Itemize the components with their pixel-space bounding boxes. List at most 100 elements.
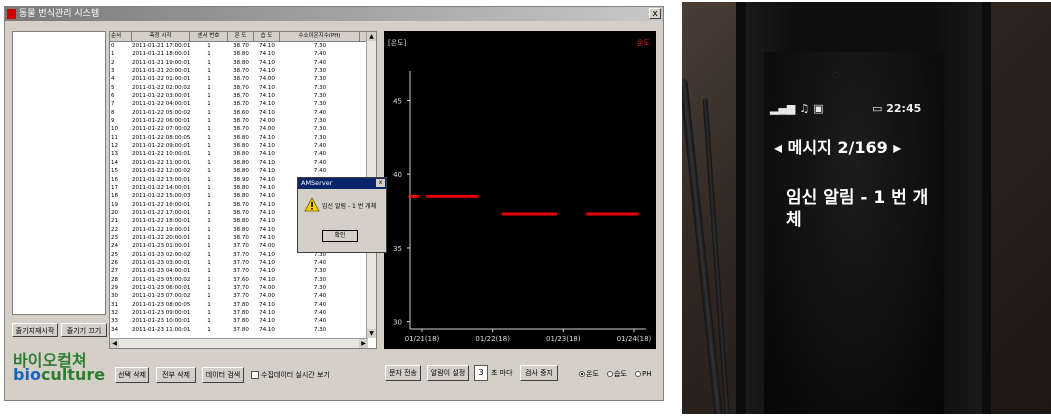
- column-header[interactable]: 순서: [110, 32, 132, 41]
- table-row[interactable]: 6 2011-01-22 03:00:01 1 38.70 74.10 7.30: [110, 92, 376, 100]
- column-header[interactable]: 습 도: [254, 32, 280, 41]
- x-tick-label: 01/23(18): [546, 335, 581, 343]
- table-cell: 2011-01-23 02:00:02: [132, 251, 190, 258]
- radio-temperature[interactable]: 온도: [579, 369, 599, 379]
- device-list[interactable]: [12, 31, 106, 315]
- radio-ph-label: PH: [642, 370, 652, 378]
- table-cell: 18: [111, 193, 118, 200]
- select-delete-button[interactable]: 선택 삭제: [115, 367, 149, 383]
- table-cell: 2011-01-23 09:00:01: [132, 310, 190, 316]
- table-cell: 74.10: [259, 101, 275, 108]
- table-row[interactable]: 27 2011-01-23 04:00:01 1 37.70 74.10 7.30: [110, 267, 376, 275]
- column-header[interactable]: 측정 시각: [132, 32, 190, 41]
- table-cell: 20: [111, 209, 118, 216]
- table-cell: 7.30: [313, 126, 327, 133]
- table-row[interactable]: 11 2011-01-22 08:00:05 1 38.80 74.10 7.30: [110, 134, 376, 142]
- table-row[interactable]: 13 2011-01-22 10:00:01 1 38.80 74.10 7.40: [110, 150, 376, 158]
- delete-all-button[interactable]: 전부 삭제: [156, 367, 196, 383]
- column-header[interactable]: 센서 번호: [190, 32, 228, 41]
- data-search-button[interactable]: 데이터 검색: [202, 367, 244, 383]
- window-close-button[interactable]: x: [649, 8, 661, 19]
- column-header[interactable]: 수소이온지수(PH): [280, 32, 360, 41]
- dialog-close-button[interactable]: x: [376, 179, 385, 187]
- table-row[interactable]: 1 2011-01-21 18:00:01 1 38.80 74.10 7.40: [110, 50, 376, 58]
- table-cell: 7.30: [313, 276, 327, 283]
- send-text-button[interactable]: 문자 전송: [385, 365, 421, 381]
- table-cell: 1: [207, 101, 211, 108]
- table-row[interactable]: 4 2011-01-22 01:00:01 1 38.70 74.00 7.30: [110, 75, 376, 83]
- table-cell: 7.40: [313, 51, 327, 58]
- radio-humidity[interactable]: 습도: [607, 369, 627, 379]
- table-cell: 23: [111, 234, 118, 241]
- table-cell: 1: [207, 293, 211, 300]
- table-cell: 1: [207, 310, 211, 316]
- stop-check-button[interactable]: 검사 중지: [520, 365, 558, 381]
- scroll-down-arrow-icon[interactable]: ▼: [367, 329, 376, 338]
- alarm-setting-button[interactable]: 알람이 설정: [427, 365, 469, 381]
- table-cell: 7.30: [313, 76, 327, 83]
- window-titlebar: 동물 번식관리 시스템 x: [5, 7, 663, 21]
- table-cell: 12: [111, 143, 118, 150]
- table-row[interactable]: 14 2011-01-22 11:00:01 1 38.80 74.10 7.40: [110, 159, 376, 167]
- table-cell: 3: [111, 68, 115, 75]
- table-cell: 2011-01-21 20:00:01: [132, 68, 190, 75]
- table-row[interactable]: 12 2011-01-22 09:00:01 1 38.80 74.10 7.40: [110, 142, 376, 150]
- logo-bio-text: bio: [13, 365, 41, 384]
- table-row[interactable]: 32 2011-01-23 09:00:01 1 37.80 74.10 7.40: [110, 309, 376, 317]
- table-cell: 7: [111, 101, 115, 108]
- scroll-left-arrow-icon[interactable]: ◀: [110, 339, 119, 348]
- table-cell: 1: [207, 143, 211, 150]
- table-cell: 74.10: [259, 59, 275, 66]
- table-row[interactable]: 28 2011-01-23 05:00:02 1 37.60 74.10 7.30: [110, 276, 376, 284]
- table-row[interactable]: 8 2011-01-22 05:00:02 1 38.60 74.10 7.40: [110, 109, 376, 117]
- table-cell: 7.30: [313, 134, 327, 141]
- table-cell: 4: [111, 76, 115, 83]
- table-row[interactable]: 26 2011-01-23 03:00:01 1 37.70 74.10 7.40: [110, 259, 376, 267]
- table-row[interactable]: 2 2011-01-21 19:00:01 1 38.80 74.10 7.40: [110, 59, 376, 67]
- phone-photo: ◌ ▂▄▆ ♫ ▣ ▭ 22:45 ◂ 메시지 2/169 ▸ 임신 알림 - 1 …: [682, 2, 1051, 414]
- table-row[interactable]: 9 2011-01-22 06:00:01 1 38.70 74.00 7.30: [110, 117, 376, 125]
- table-cell: 74.10: [259, 310, 275, 316]
- table-row[interactable]: 10 2011-01-22 07:00:02 1 38.70 74.00 7.30: [110, 125, 376, 133]
- table-cell: 74.00: [259, 284, 275, 291]
- radio-temperature-label: 온도: [586, 370, 599, 378]
- table-cell: 2011-01-22 19:00:01: [132, 226, 190, 233]
- table-row[interactable]: 30 2011-01-23 07:00:02 1 37.70 74.00 7.40: [110, 292, 376, 300]
- table-cell: 74.10: [259, 184, 275, 191]
- table-cell: 74.10: [259, 143, 275, 150]
- stop-collection-button[interactable]: 줄기기 끄기: [61, 323, 107, 337]
- table-row[interactable]: 33 2011-01-23 10:00:01 1 37.80 74.10 7.40: [110, 317, 376, 325]
- table-cell: 38.70: [233, 101, 249, 108]
- table-cell: 9: [111, 118, 115, 125]
- table-row[interactable]: 29 2011-01-23 06:00:01 1 37.70 74.00 7.30: [110, 284, 376, 292]
- table-row[interactable]: 7 2011-01-22 04:00:01 1 38.70 74.10 7.30: [110, 100, 376, 108]
- table-cell: 74.10: [259, 109, 275, 116]
- table-horizontal-scrollbar[interactable]: ◀ ▶: [110, 338, 368, 348]
- phone-message-header: ◂ 메시지 2/169 ▸: [774, 134, 901, 158]
- scroll-up-arrow-icon[interactable]: ▲: [367, 32, 376, 41]
- table-row[interactable]: 0 2011-01-21 17:00:01 1 38.70 74.10 7.30: [110, 42, 376, 50]
- column-header[interactable]: 온 도: [228, 32, 254, 41]
- interval-input[interactable]: 3: [474, 365, 488, 381]
- table-cell: 2011-01-22 11:00:01: [132, 159, 190, 166]
- table-cell: 1: [207, 68, 211, 75]
- table-row[interactable]: 3 2011-01-21 20:00:01 1 38.70 74.10 7.30: [110, 67, 376, 75]
- table-cell: 2011-01-23 03:00:01: [132, 259, 190, 266]
- table-row[interactable]: 31 2011-01-23 08:00:05 1 37.80 74.10 7.40: [110, 301, 376, 309]
- y-tick-label: 35: [393, 245, 402, 253]
- scroll-right-arrow-icon[interactable]: ▶: [359, 339, 368, 348]
- table-cell: 1: [207, 76, 211, 83]
- table-row[interactable]: 5 2011-01-22 02:00:02 1 38.70 74.10 7.30: [110, 84, 376, 92]
- table-cell: 2011-01-22 01:00:01: [132, 76, 190, 83]
- table-cell: 38.70: [233, 201, 249, 208]
- table-cell: 1: [207, 118, 211, 125]
- table-row[interactable]: 34 2011-01-23 11:00:01 1 37.80 74.10 7.30: [110, 326, 376, 334]
- dialog-ok-button[interactable]: 확인: [322, 230, 358, 242]
- radio-selected-icon: [579, 371, 585, 377]
- realtime-checkbox[interactable]: [251, 371, 259, 379]
- table-row[interactable]: 15 2011-01-22 12:00:02 1 38.80 74.10 7.40: [110, 167, 376, 175]
- start-collection-button[interactable]: 줄기지재시작: [12, 323, 58, 337]
- radio-ph[interactable]: PH: [635, 369, 652, 379]
- table-cell: 1: [207, 259, 211, 266]
- dialog-message: 임신 알림 - 1 번 개체: [322, 203, 377, 210]
